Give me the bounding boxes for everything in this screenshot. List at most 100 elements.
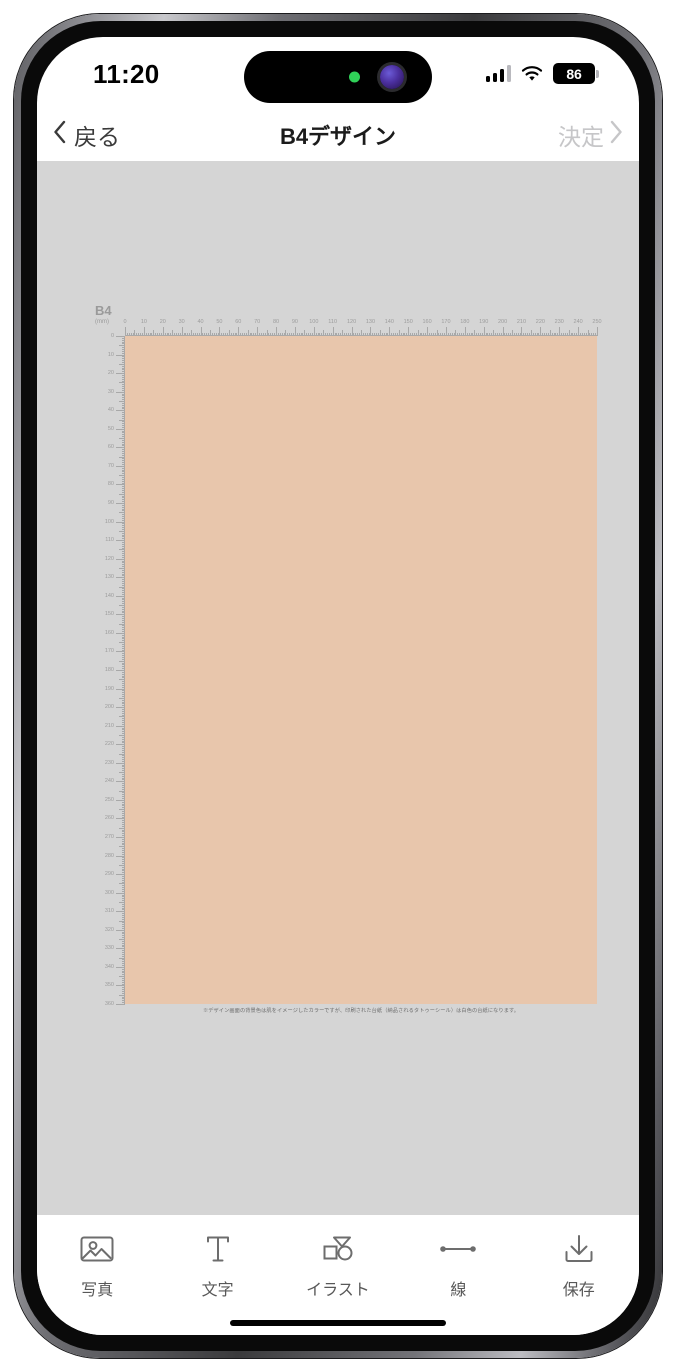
ruler-tick (313, 327, 315, 336)
ruler-label: 70 (254, 319, 261, 325)
ruler-label: 320 (104, 926, 114, 933)
ruler-tick (116, 632, 125, 634)
ruler-tick (116, 651, 125, 653)
ruler-tick (116, 707, 125, 709)
ruler-label: 40 (197, 319, 204, 325)
toolbar-item-illustration[interactable]: イラスト (290, 1231, 386, 1300)
ruler-label: 150 (403, 319, 413, 325)
ruler-label: 280 (104, 852, 114, 859)
ruler-label: 60 (107, 444, 114, 451)
ruler-tick (521, 327, 523, 336)
back-button-label: 戻る (74, 124, 120, 150)
ruler-label: 260 (104, 815, 114, 822)
confirm-button[interactable]: 決定 (558, 118, 623, 152)
page-title: B4デザイン (279, 124, 397, 149)
ruler-tick (408, 327, 410, 336)
ruler-tick (116, 373, 125, 375)
battery-icon: 86 (553, 63, 599, 84)
canvas-note: ※デザイン画面の背景色は肌をイメージしたカラーですが、印刷された台紙（納品される… (202, 1008, 520, 1014)
ruler-label: 220 (535, 319, 545, 325)
ruler-tick (116, 465, 125, 467)
ruler-label: 140 (384, 319, 394, 325)
ruler-tick (427, 327, 429, 336)
ruler-tick (181, 327, 183, 336)
ruler-tick (332, 327, 334, 336)
photo-icon (79, 1231, 115, 1267)
toolbar-item-save[interactable]: 保存 (531, 1231, 627, 1300)
ruler-label: 340 (104, 963, 114, 970)
ruler-label: 30 (178, 319, 185, 325)
ruler-tick (116, 688, 125, 690)
ruler-tick (502, 327, 504, 336)
ruler-tick (238, 327, 240, 336)
ruler-tick (445, 327, 447, 336)
ruler-tick (351, 327, 353, 336)
ruler-tick (116, 595, 125, 597)
ruler-label: 220 (104, 741, 114, 748)
ruler-label: 270 (104, 834, 114, 840)
ruler-tick (540, 327, 542, 336)
toolbar-item-photo-label: 写真 (81, 1282, 114, 1299)
ruler-label: 210 (104, 722, 114, 729)
ruler-label: 10 (107, 351, 114, 358)
ruler-tick (116, 484, 125, 486)
bottom-toolbar: 写真 文字 イラスト 線 保存 (37, 1215, 639, 1335)
shapes-icon (320, 1231, 356, 1267)
ruler-label: 310 (104, 908, 114, 915)
confirm-button-label: 決定 (558, 124, 604, 150)
ruler-label: 150 (104, 611, 114, 618)
phone-frame: 11:20 86 戻る B4デザイン 決定 B4 (mm) 0 10 20 30… (14, 14, 662, 1358)
toolbar-item-text[interactable]: 文字 (170, 1231, 266, 1300)
toolbar-item-line[interactable]: 線 (410, 1231, 506, 1300)
ruler-label: 100 (104, 518, 114, 525)
ruler-tick (143, 327, 145, 336)
ruler-label: 140 (104, 592, 114, 599)
ruler-label: 160 (422, 319, 432, 325)
ruler-tick (125, 327, 126, 336)
ruler-tick (200, 327, 202, 336)
ruler-label: 210 (516, 319, 527, 325)
ruler-label: 230 (554, 319, 564, 325)
ruler-label: 10 (140, 319, 147, 325)
ruler-label: 230 (104, 759, 114, 766)
camera-active-indicator-icon (349, 71, 360, 83)
ruler-label: 190 (104, 685, 114, 692)
text-icon (200, 1231, 236, 1267)
ruler-label: 170 (441, 319, 451, 325)
ruler-tick (116, 540, 125, 542)
ruler-tick (116, 818, 125, 820)
ruler-label: 60 (235, 319, 242, 325)
back-button[interactable]: 戻る (53, 118, 120, 152)
ruler-tick (116, 336, 125, 337)
canvas-workspace: B4 (mm) 0 10 20 30 40 50 60 70 80 90 100 110 120 130 1… (95, 304, 602, 1036)
ruler-tick (597, 327, 598, 336)
design-editor-area[interactable]: B4 (mm) 0 10 20 30 40 50 60 70 80 90 100 110 120 130 1… (37, 161, 639, 1215)
ruler-label: 200 (104, 704, 114, 711)
ruler-label: 70 (107, 462, 114, 469)
toolbar-item-save-label: 保存 (562, 1282, 595, 1299)
ruler-label: 120 (104, 555, 114, 562)
status-time: 11:20 (93, 59, 160, 89)
ruler-label: 90 (107, 500, 114, 506)
ruler-label: 20 (159, 319, 166, 325)
design-canvas[interactable] (125, 336, 597, 1004)
toolbar-item-illustration-label: イラスト (306, 1282, 370, 1299)
navigation-bar: 戻る B4デザイン 決定 (37, 109, 639, 161)
ruler-tick (116, 855, 125, 857)
ruler-tick (116, 799, 125, 801)
ruler-label: 110 (328, 319, 338, 325)
ruler-label: 250 (592, 319, 602, 325)
ruler-label: 0 (123, 319, 127, 325)
home-indicator[interactable] (230, 1320, 446, 1326)
ruler-tick (116, 670, 125, 671)
ruler-label: 50 (216, 319, 223, 325)
ruler-tick (116, 391, 125, 393)
toolbar-item-photo[interactable]: 写真 (49, 1231, 145, 1300)
ruler-tick (276, 327, 278, 336)
ruler-tick (116, 985, 125, 987)
ruler-tick (389, 327, 391, 336)
cellular-bars-icon (485, 65, 511, 82)
ruler-tick (116, 521, 125, 523)
ruler-label: 100 (309, 319, 319, 325)
ruler-label: 290 (104, 871, 114, 878)
